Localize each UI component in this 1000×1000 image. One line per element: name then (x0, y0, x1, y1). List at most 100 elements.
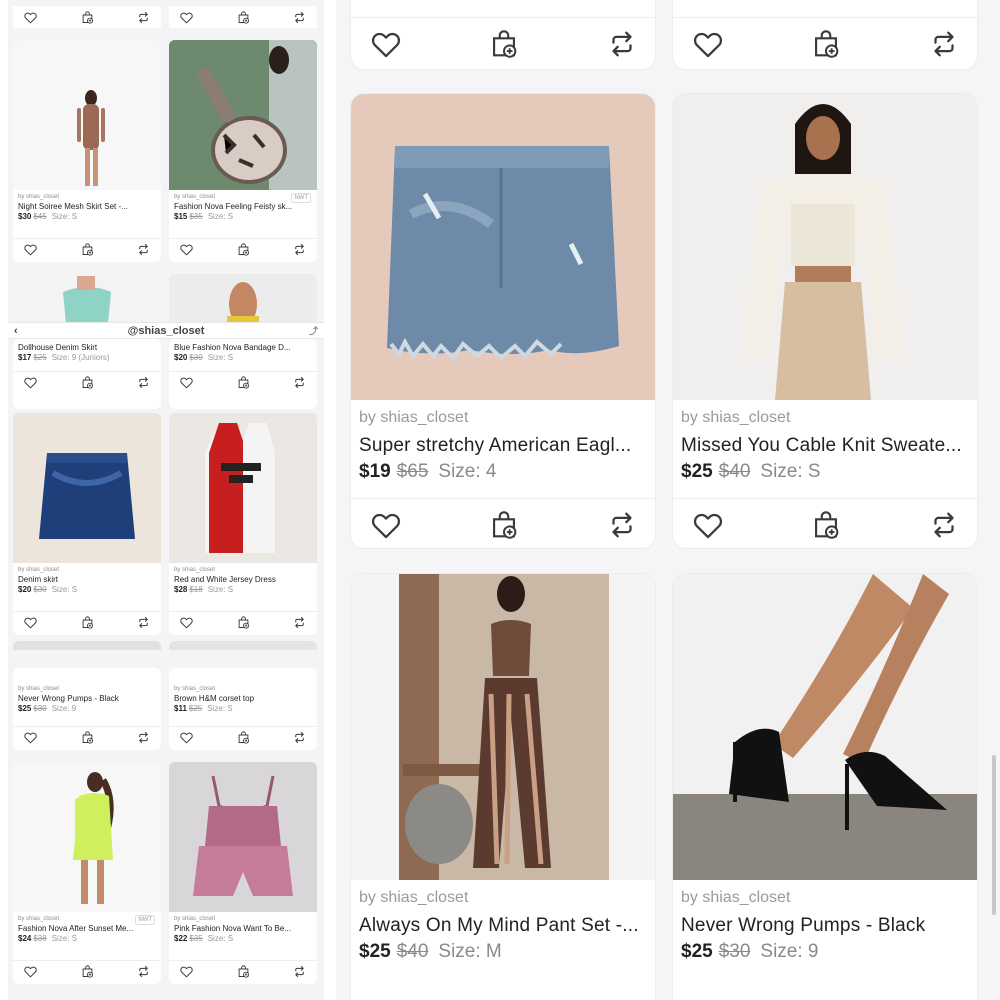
listing-card[interactable]: by shias_closet Always On My Mind Pant S… (350, 573, 656, 1000)
like-button[interactable] (369, 27, 403, 61)
like-button[interactable] (369, 508, 403, 542)
share-button[interactable] (136, 10, 151, 25)
listing-photo[interactable] (169, 762, 317, 912)
share-button[interactable] (927, 508, 961, 542)
share-button[interactable] (605, 508, 639, 542)
back-arrow-icon[interactable]: ‹ (14, 323, 18, 339)
seller-name[interactable]: by shias_closet (18, 566, 156, 574)
listing-card[interactable]: by shias_closet NWT Fashion Nova After S… (13, 762, 161, 984)
listing-photo[interactable] (13, 413, 161, 563)
seller-name[interactable]: by shias_closet (359, 408, 649, 428)
bundle-button[interactable] (809, 508, 843, 542)
listing-title[interactable]: Denim skirt (18, 574, 156, 585)
bundle-button[interactable] (809, 27, 843, 61)
share-button[interactable] (292, 964, 307, 979)
share-button[interactable] (136, 615, 151, 630)
listing-title[interactable]: Red and White Jersey Dress (174, 574, 312, 585)
listing-card-partial[interactable] (350, 0, 656, 70)
listing-photo[interactable] (13, 641, 161, 650)
bundle-button[interactable] (80, 964, 95, 979)
seller-name[interactable]: by shias_closet (18, 193, 156, 201)
like-button[interactable] (23, 375, 38, 390)
listing-photo[interactable] (673, 574, 977, 880)
share-button[interactable] (927, 27, 961, 61)
like-button[interactable] (23, 615, 38, 630)
listing-card[interactable]: by shias_closet Brown H&M corset top $11… (169, 668, 317, 750)
seller-name[interactable]: by shias_closet (18, 685, 156, 693)
share-button[interactable] (136, 730, 151, 745)
listing-card-partial[interactable] (13, 641, 161, 650)
seller-name[interactable]: by shias_closet (174, 685, 312, 693)
like-button[interactable] (179, 730, 194, 745)
like-button[interactable] (23, 242, 38, 257)
listing-title[interactable]: Brown H&M corset top (174, 693, 312, 704)
listing-title[interactable]: Night Soiree Mesh Skirt Set -... (18, 201, 156, 212)
seller-name[interactable]: by shias_closet (174, 915, 312, 923)
seller-name[interactable]: by shias_closet (359, 888, 649, 908)
bundle-button[interactable] (80, 10, 95, 25)
listing-title[interactable]: Never Wrong Pumps - Black (18, 693, 156, 704)
listing-title[interactable]: Dollhouse Denim Skirt (18, 342, 156, 353)
like-button[interactable] (179, 964, 194, 979)
listing-photo[interactable] (169, 641, 317, 650)
listing-title[interactable]: Never Wrong Pumps - Black (681, 912, 971, 940)
bundle-button[interactable] (236, 964, 251, 979)
like-button[interactable] (23, 10, 38, 25)
bundle-button[interactable] (80, 242, 95, 257)
scrollbar[interactable] (992, 755, 996, 915)
seller-name[interactable]: by shias_closet (681, 888, 971, 908)
listing-card[interactable]: by shias_closet Night Soiree Mesh Skirt … (13, 40, 161, 262)
listing-photo[interactable] (169, 40, 317, 190)
like-button[interactable] (179, 10, 194, 25)
listing-photo[interactable] (351, 94, 655, 400)
like-button[interactable] (23, 964, 38, 979)
share-button[interactable] (605, 27, 639, 61)
bundle-button[interactable] (80, 615, 95, 630)
listing-card[interactable]: by shias_closet Missed You Cable Knit Sw… (672, 93, 978, 549)
share-button[interactable] (292, 375, 307, 390)
share-button[interactable] (292, 242, 307, 257)
like-button[interactable] (179, 615, 194, 630)
listing-card[interactable]: by shias_closet Red and White Jersey Dre… (169, 413, 317, 635)
listing-card[interactable]: by shias_closet Super stretchy American … (350, 93, 656, 549)
listing-photo[interactable] (673, 94, 977, 400)
listing-photo[interactable] (13, 274, 161, 323)
share-button[interactable] (136, 964, 151, 979)
listing-card[interactable]: by shias_closet NWT Fashion Nova Feeling… (169, 40, 317, 262)
listing-card[interactable]: Blue Fashion Nova Bandage D... $20 $30 Siz… (169, 339, 317, 409)
bundle-button[interactable] (236, 730, 251, 745)
listing-title[interactable]: Always On My Mind Pant Set -... (359, 912, 649, 940)
listing-card-partial[interactable] (169, 274, 317, 323)
share-icon[interactable]: ⤴ (309, 323, 318, 339)
bundle-button[interactable] (487, 27, 521, 61)
listing-photo[interactable] (13, 762, 161, 912)
listing-card[interactable]: by shias_closet Pink Fashion Nova Want T… (169, 762, 317, 984)
listing-card-partial[interactable] (169, 641, 317, 650)
share-button[interactable] (136, 375, 151, 390)
bundle-button[interactable] (236, 375, 251, 390)
listing-title[interactable]: Blue Fashion Nova Bandage D... (174, 342, 312, 353)
share-button[interactable] (136, 242, 151, 257)
share-button[interactable] (292, 730, 307, 745)
bundle-button[interactable] (487, 508, 521, 542)
seller-name[interactable]: by shias_closet (681, 408, 971, 428)
listing-title[interactable]: Super stretchy American Eagl... (359, 432, 649, 460)
like-button[interactable] (691, 508, 725, 542)
listing-card[interactable]: by shias_closet Never Wrong Pumps - Blac… (13, 668, 161, 750)
like-button[interactable] (691, 27, 725, 61)
listing-photo[interactable] (351, 574, 655, 880)
share-button[interactable] (292, 615, 307, 630)
listing-card[interactable]: by shias_closet Denim skirt $20 $30 Size: … (13, 413, 161, 635)
bundle-button[interactable] (80, 375, 95, 390)
like-button[interactable] (179, 242, 194, 257)
listing-photo[interactable] (169, 413, 317, 563)
like-button[interactable] (179, 375, 194, 390)
share-button[interactable] (292, 10, 307, 25)
seller-name[interactable]: by shias_closet (174, 566, 312, 574)
listing-photo[interactable] (13, 40, 161, 190)
listing-photo[interactable] (169, 274, 317, 323)
bundle-button[interactable] (236, 10, 251, 25)
listing-card[interactable]: Dollhouse Denim Skirt $17 $25 Size: 9 (Jun… (13, 339, 161, 409)
listing-title[interactable]: Pink Fashion Nova Want To Be... (174, 923, 312, 934)
bundle-button[interactable] (236, 615, 251, 630)
